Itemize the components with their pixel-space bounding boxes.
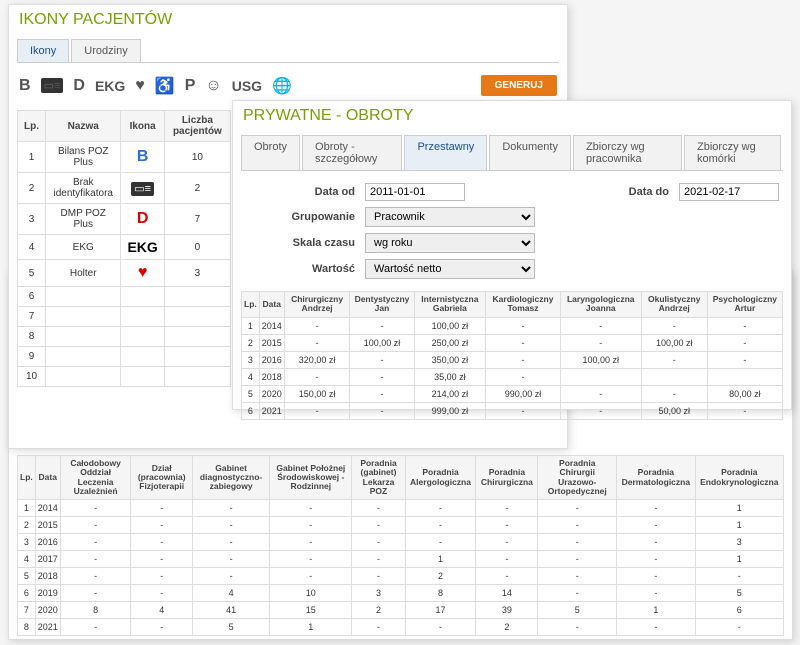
table-row[interactable]: 42018--35,00 zł-	[242, 368, 783, 385]
table-row[interactable]: 8	[18, 327, 231, 347]
table-row[interactable]: 7	[18, 307, 231, 327]
globe-icon: 🌐	[272, 76, 292, 96]
panel1-title: IKONY PACJENTÓW	[9, 5, 567, 35]
heart-icon: ♥	[135, 77, 145, 95]
th-nazwa: Nazwa	[46, 111, 121, 142]
tab-p2-3[interactable]: Dokumenty	[489, 135, 571, 170]
table-row[interactable]: 22015---------1	[18, 517, 784, 534]
th: Poradnia Chirurgiczna	[476, 456, 538, 500]
th: Lp.	[242, 292, 260, 318]
th: Data	[35, 456, 60, 500]
th: Poradnia (gabinet) Lekarza POZ	[352, 456, 405, 500]
p-icon: P	[185, 77, 196, 95]
th: Dział (pracownia) Fizjoterapii	[131, 456, 193, 500]
label-grupowanie: Grupowanie	[245, 211, 355, 223]
table-row[interactable]: 82021--51--2---	[18, 619, 784, 636]
th: Okulistyczny Andrzej	[641, 292, 707, 318]
th: Dentystyczny Jan	[350, 292, 414, 318]
tab-urodziny[interactable]: Urodziny	[71, 39, 140, 62]
tab-p2-1[interactable]: Obroty - szczegółowy	[302, 135, 402, 170]
table-row[interactable]: 22015-100,00 zł250,00 zł--100,00 zł-	[242, 334, 783, 351]
th: Internistyczna Gabriela	[414, 292, 486, 318]
panel2-title: PRYWATNE - OBROTY	[233, 101, 791, 131]
table-row[interactable]: 7202084411521739516	[18, 602, 784, 619]
th-lp: Lp.	[18, 111, 46, 142]
label-skala: Skala czasu	[245, 237, 355, 249]
th: Chirurgiczny Andrzej	[284, 292, 350, 318]
tab-p2-5[interactable]: Zbiorczy wg komórki	[684, 135, 781, 170]
label-data-do: Data do	[559, 186, 669, 198]
table-row[interactable]: 4EKGEKG0	[18, 235, 231, 260]
th-liczba: Liczba pacjentów	[164, 111, 230, 142]
table-row[interactable]: 5Holter♥3	[18, 260, 231, 287]
card-icon: ▭≡	[41, 78, 64, 93]
table-row[interactable]: 12014--100,00 zł----	[242, 317, 783, 334]
select-grupowanie[interactable]: Pracownik	[365, 207, 535, 227]
th: Psychologiczny Artur	[707, 292, 782, 318]
b-icon: B	[19, 77, 31, 95]
th-ikona: Ikona	[121, 111, 164, 142]
th: Poradnia Chirurgii Urazowo-Ortopedycznej	[538, 456, 617, 500]
kalendarz-table: Lp.DataCałodobowy Oddział Leczenia Uzale…	[17, 455, 784, 636]
table-row[interactable]: 1Bilans POZ PlusB10	[18, 142, 231, 173]
table-row[interactable]: 6	[18, 287, 231, 307]
th: Laryngologiczna Joanna	[560, 292, 641, 318]
table-row[interactable]: 52018-----2----	[18, 568, 784, 585]
th: Lp.	[18, 456, 36, 500]
select-skala[interactable]: wg roku	[365, 233, 535, 253]
icon-row: B ▭≡ D EKG ♥ ♿ P ☺ USG 🌐	[19, 76, 292, 96]
tab-p2-2[interactable]: Przestawny	[404, 135, 487, 170]
input-data-do[interactable]	[679, 183, 779, 201]
table-row[interactable]: 52020150,00 zł-214,00 zł990,00 zł--80,00…	[242, 385, 783, 402]
panel1-tabs: Ikony Urodziny	[17, 39, 559, 63]
table-row[interactable]: 12014---------1	[18, 500, 784, 517]
obroty-table: Lp.DataChirurgiczny AndrzejDentystyczny …	[241, 291, 783, 420]
table-row[interactable]: 32016---------3	[18, 534, 784, 551]
table-row[interactable]: 10	[18, 367, 231, 387]
th: Poradnia Alergologiczna	[405, 456, 476, 500]
tab-ikony[interactable]: Ikony	[17, 39, 69, 62]
th: Poradnia Endokrynologiczna	[695, 456, 783, 500]
tab-p2-4[interactable]: Zbiorczy wg pracownika	[573, 135, 682, 170]
th: Całodobowy Oddział Leczenia Uzależnień	[60, 456, 131, 500]
th: Kardiologiczny Tomasz	[486, 292, 561, 318]
wheelchair-icon: ♿	[155, 76, 175, 96]
table-row[interactable]: 62019--4103814--5	[18, 585, 784, 602]
d-icon: D	[73, 77, 85, 95]
table-row[interactable]: 62021--999,00 zł--50,00 zł-	[242, 402, 783, 419]
panel2-form: Data od Data do Grupowanie Pracownik Ska…	[233, 175, 791, 287]
th: Poradnia Dermatologiczna	[617, 456, 695, 500]
ekg-icon: EKG	[95, 78, 125, 94]
th: Data	[259, 292, 284, 318]
table-row[interactable]: 32016320,00 zł-350,00 zł-100,00 zł--	[242, 351, 783, 368]
smile-icon: ☺	[205, 77, 221, 95]
label-data-od: Data od	[245, 186, 355, 198]
table-row[interactable]: 3DMP POZ PlusD7	[18, 204, 231, 235]
table-row[interactable]: 2Brak identyfikatora▭≡2	[18, 173, 231, 204]
th: Gabinet Położnej Środowiskowej - Rodzinn…	[270, 456, 352, 500]
tab-p2-0[interactable]: Obroty	[241, 135, 300, 170]
panel-prywatne-obroty: PRYWATNE - OBROTY ObrotyObroty - szczegó…	[232, 100, 792, 410]
panel2-tabs: ObrotyObroty - szczegółowyPrzestawnyDoku…	[241, 135, 783, 171]
iconbar: B ▭≡ D EKG ♥ ♿ P ☺ USG 🌐 GENERUJ	[9, 67, 567, 104]
table-row[interactable]: 9	[18, 347, 231, 367]
generate-button[interactable]: GENERUJ	[481, 75, 557, 96]
th: Gabinet diagnostyczno-zabiegowy	[193, 456, 270, 500]
usg-icon: USG	[232, 78, 262, 94]
table-row[interactable]: 42017-----1---1	[18, 551, 784, 568]
select-wartosc[interactable]: Wartość netto	[365, 259, 535, 279]
input-data-od[interactable]	[365, 183, 465, 201]
icons-table: Lp. Nazwa Ikona Liczba pacjentów 1Bilans…	[17, 110, 231, 387]
label-wartosc: Wartość	[245, 263, 355, 275]
